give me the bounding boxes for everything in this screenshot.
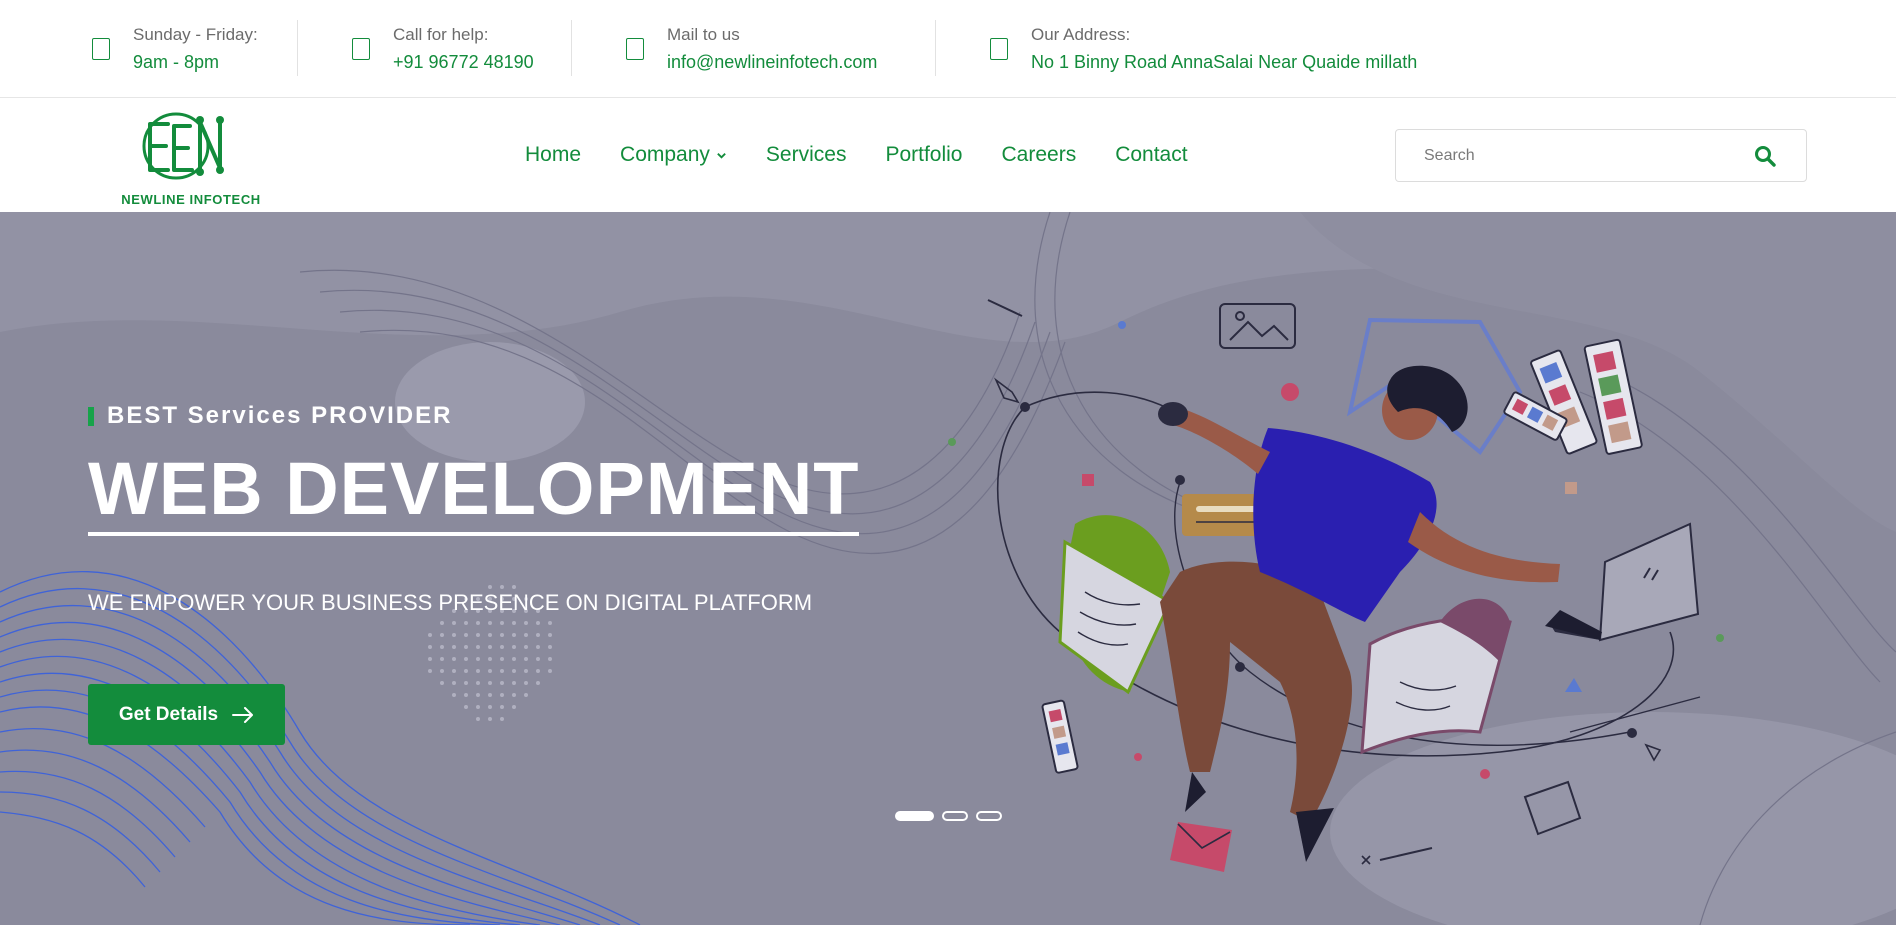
phone-icon	[352, 38, 370, 60]
hours-label: Sunday - Friday:	[133, 25, 258, 44]
nav-contact[interactable]: Contact	[1115, 140, 1187, 170]
nav-label: Contact	[1115, 143, 1188, 166]
main-navbar: NEWLINE INFOTECH Home Company Services P…	[0, 98, 1896, 212]
slide-dot-2[interactable]	[942, 811, 968, 821]
primary-nav: Home Company Services Portfolio Careers …	[525, 140, 1227, 170]
search-box	[1395, 129, 1807, 182]
clock-icon	[92, 38, 110, 60]
nav-portfolio[interactable]: Portfolio	[885, 140, 962, 170]
hero-slider: BEST Services PROVIDER WEB DEVELOPMENT W…	[0, 212, 1896, 925]
nav-careers[interactable]: Careers	[1002, 140, 1077, 170]
address-value: No 1 Binny Road AnnaSalai Near Quaide mi…	[1031, 52, 1418, 72]
hero-tagline: BEST Services PROVIDER	[88, 402, 452, 430]
hours-value: 9am - 8pm	[133, 52, 220, 72]
cta-label: Get Details	[118, 703, 219, 725]
search-icon[interactable]	[1754, 145, 1776, 167]
nav-label: Services	[765, 143, 847, 166]
tagline-accent-bar	[88, 406, 94, 426]
nav-home[interactable]: Home	[525, 140, 581, 170]
brand-name: NEWLINE INFOTECH	[121, 192, 261, 207]
arrow-right-icon	[232, 706, 254, 723]
slide-dot-3[interactable]	[976, 811, 1002, 821]
email-label: Mail to us	[667, 25, 740, 44]
top-info-bar: Sunday - Friday: 9am - 8pm Call for help…	[0, 0, 1896, 98]
divider	[571, 20, 572, 76]
divider	[297, 20, 298, 76]
nav-services[interactable]: Services	[766, 140, 847, 170]
nav-label: Company	[620, 143, 710, 166]
email-link[interactable]: info@newlineinfotech.com	[667, 52, 877, 73]
hero-headline: WEB DEVELOPMENT	[88, 448, 860, 536]
search-input[interactable]	[1396, 130, 1746, 181]
hero-subheadline: WE EMPOWER YOUR BUSINESS PRESENCE ON DIG…	[88, 590, 813, 615]
nav-label: Portfolio	[885, 143, 963, 166]
tagline-text: BEST Services PROVIDER	[107, 402, 453, 429]
slider-pagination	[895, 811, 1010, 821]
phone-link[interactable]: +91 96772 48190	[393, 52, 534, 73]
location-icon	[990, 38, 1008, 60]
get-details-button[interactable]: Get Details	[88, 684, 285, 745]
phone-label: Call for help:	[393, 25, 489, 44]
address-label: Our Address:	[1031, 25, 1131, 44]
nav-label: Home	[525, 143, 582, 166]
slide-dot-1[interactable]	[895, 811, 934, 821]
mail-icon	[626, 38, 644, 60]
divider	[935, 20, 936, 76]
brand-logo[interactable]: NEWLINE INFOTECH	[116, 104, 266, 208]
nav-label: Careers	[1001, 143, 1077, 166]
chevron-down-icon	[717, 152, 726, 159]
logo-mark	[142, 112, 224, 180]
nav-company[interactable]: Company	[620, 140, 727, 170]
